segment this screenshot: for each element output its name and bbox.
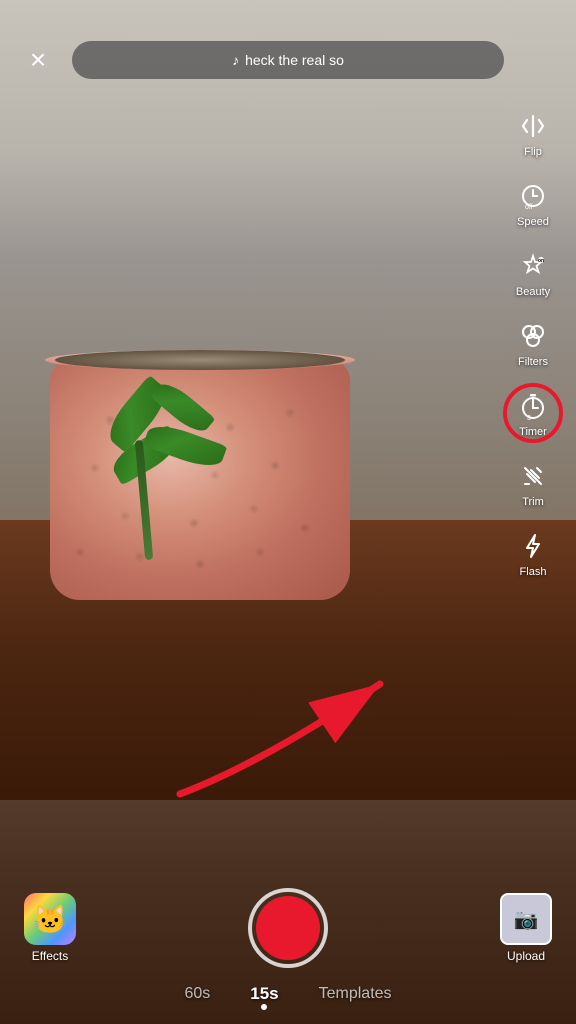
effects-icon: 🐱 [24, 893, 76, 945]
record-button[interactable] [248, 888, 328, 968]
close-button[interactable]: × [16, 38, 60, 82]
music-pill[interactable]: ♪ heck the real so [72, 41, 504, 79]
filters-label: Filters [518, 356, 548, 368]
bottom-bar: 🐱 Effects 📷 Upload 60s 15s Templates [0, 888, 576, 1024]
flip-label: Flip [524, 146, 542, 158]
toolbar-item-flash[interactable]: Flash [501, 520, 565, 586]
timer-icon: 3 [515, 388, 551, 424]
speed-label: Speed [517, 216, 549, 228]
bottom-actions: 🐱 Effects 📷 Upload [0, 888, 576, 968]
music-title: heck the real so [245, 52, 344, 68]
toolbar-item-beauty[interactable]: on Beauty [501, 240, 565, 306]
upload-thumbnail: 📷 [500, 893, 552, 945]
svg-text:on: on [538, 258, 544, 264]
toolbar-item-trim[interactable]: Trim [501, 450, 565, 516]
record-button-inner [256, 896, 320, 960]
toolbar-item-flip[interactable]: Flip [501, 100, 565, 166]
beauty-icon: on [515, 248, 551, 284]
duration-tab-15s[interactable]: 15s [250, 984, 278, 1004]
filters-icon [515, 318, 551, 354]
effects-label: Effects [32, 949, 68, 963]
right-toolbar: Flip off Speed on Beauty [498, 100, 568, 586]
timer-label: Timer [519, 426, 547, 438]
duration-tab-templates[interactable]: Templates [319, 985, 392, 1003]
camera-preview [0, 100, 576, 800]
beauty-label: Beauty [516, 286, 550, 298]
flip-icon [515, 108, 551, 144]
trim-icon [515, 458, 551, 494]
toolbar-item-timer[interactable]: 3 Timer [501, 380, 565, 446]
speed-icon: off [515, 178, 551, 214]
top-bar: × ♪ heck the real so [0, 0, 576, 100]
duration-tabs: 60s 15s Templates [0, 976, 576, 1024]
duration-tab-60s[interactable]: 60s [184, 985, 210, 1003]
svg-text:off: off [525, 204, 533, 210]
effects-button[interactable]: 🐱 Effects [24, 893, 76, 963]
music-note-icon: ♪ [232, 52, 239, 68]
upload-label: Upload [507, 949, 545, 963]
upload-button[interactable]: 📷 Upload [500, 893, 552, 963]
toolbar-item-speed[interactable]: off Speed [501, 170, 565, 236]
svg-text:3: 3 [527, 415, 531, 420]
flash-icon [515, 528, 551, 564]
trim-label: Trim [522, 496, 544, 508]
flash-label: Flash [520, 566, 547, 578]
record-button-container [248, 888, 328, 968]
toolbar-item-filters[interactable]: Filters [501, 310, 565, 376]
